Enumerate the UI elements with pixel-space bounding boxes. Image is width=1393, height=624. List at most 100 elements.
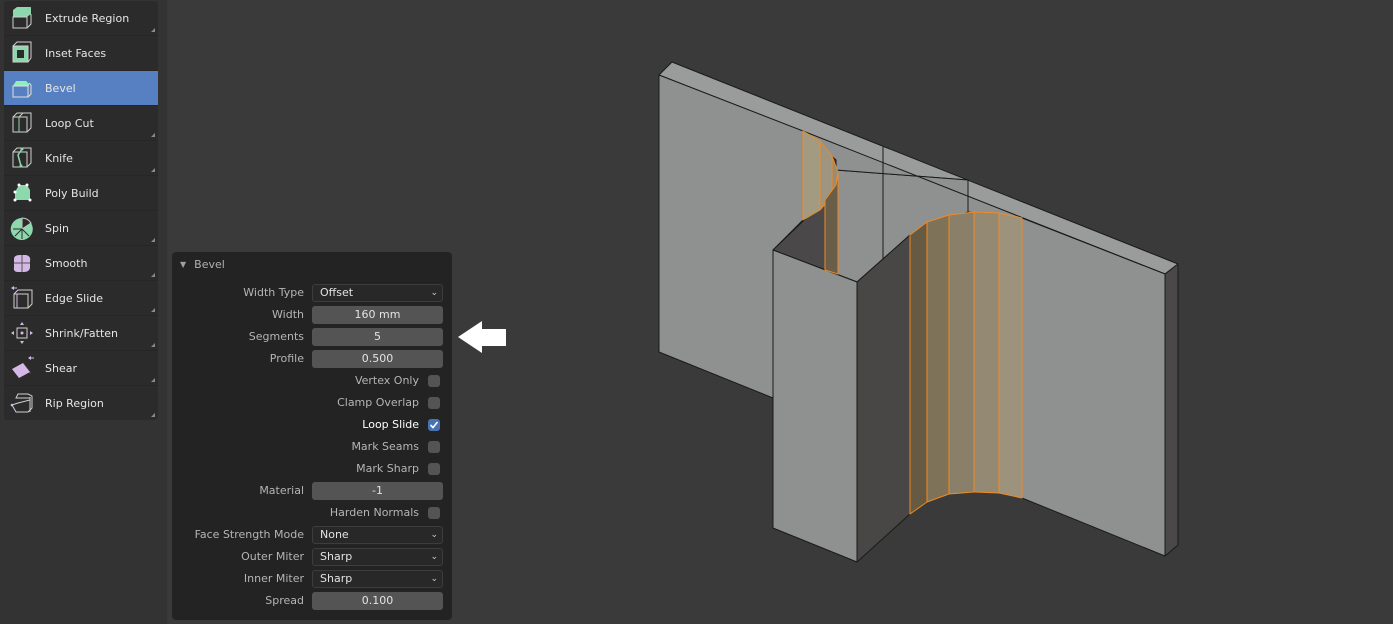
harden-normals-label[interactable]: Harden Normals [330, 503, 419, 523]
chevron-down-icon: ⌄ [430, 288, 438, 298]
spread-label: Spread [265, 594, 304, 607]
tool-label: Loop Cut [45, 116, 94, 130]
face-strength-mode-label: Face Strength Mode [194, 528, 304, 541]
tool-shear[interactable]: Shear [4, 351, 158, 386]
tool-label: Shrink/Fatten [45, 326, 119, 340]
loop-slide-checkbox[interactable] [428, 419, 440, 431]
loop-cut-icon [9, 110, 35, 136]
inner-miter-label: Inner Miter [243, 572, 304, 585]
clamp-overlap-checkbox[interactable] [428, 397, 440, 409]
smooth-icon [9, 250, 35, 276]
segments-field[interactable]: 5 [312, 328, 443, 346]
submenu-indicator-icon [151, 413, 155, 417]
vertex-only-label[interactable]: Vertex Only [355, 371, 419, 391]
harden-normals-row: Harden Normals [172, 503, 452, 523]
tool-knife[interactable]: Knife [4, 141, 158, 176]
tool-label: Bevel [45, 81, 76, 95]
profile-field[interactable]: 0.500 [312, 350, 443, 368]
tool-edge-slide[interactable]: Edge Slide [4, 281, 158, 316]
width-type-value: Offset [320, 286, 354, 299]
tool-spin[interactable]: Spin [4, 211, 158, 246]
main-bevel [909, 211, 1023, 515]
tool-loop-cut[interactable]: Loop Cut [4, 106, 158, 141]
harden-normals-checkbox[interactable] [428, 507, 440, 519]
tool-label: Edge Slide [45, 291, 104, 305]
inner-miter-value: Sharp [320, 572, 353, 585]
tool-smooth[interactable]: Smooth [4, 246, 158, 281]
knife-icon [9, 145, 35, 171]
chevron-down-icon: ⌄ [430, 574, 438, 584]
tool-shrink-fatten[interactable]: Shrink/Fatten [4, 316, 158, 351]
segments-label: Segments [248, 330, 304, 343]
tool-poly-build[interactable]: Poly Build [4, 176, 158, 211]
tool-label: Poly Build [45, 186, 99, 200]
loop-slide-label[interactable]: Loop Slide [362, 415, 419, 435]
loop-slide-row: Loop Slide [172, 415, 452, 435]
submenu-indicator-icon [151, 133, 155, 137]
tool-bevel[interactable]: Bevel [4, 71, 158, 106]
pillar-front-face [772, 249, 858, 563]
shear-icon [9, 355, 35, 381]
width-row: Width 160 mm [172, 305, 452, 325]
inner-miter-row: Inner Miter Sharp ⌄ [172, 569, 452, 589]
profile-label: Profile [269, 352, 304, 365]
checkmark-icon [429, 421, 439, 429]
back-wall-right-face [1021, 217, 1166, 557]
triangle-down-icon[interactable]: ▼ [180, 260, 186, 269]
outer-miter-label: Outer Miter [241, 550, 304, 563]
arrow-left-icon [458, 321, 506, 353]
face-strength-mode-dropdown[interactable]: None ⌄ [312, 526, 443, 544]
tool-label: Knife [45, 151, 73, 165]
bevel-icon [9, 75, 35, 101]
pillar-side-face [856, 234, 911, 563]
outer-miter-dropdown[interactable]: Sharp ⌄ [312, 548, 443, 566]
submenu-indicator-icon [151, 378, 155, 382]
material-row: Material -1 [172, 481, 452, 501]
rip-region-icon [9, 390, 35, 416]
mark-sharp-row: Mark Sharp [172, 459, 452, 479]
chevron-down-icon: ⌄ [430, 552, 438, 562]
segments-row: Segments 5 [172, 327, 452, 347]
mark-seams-label[interactable]: Mark Seams [351, 437, 419, 457]
shrink-fatten-icon [9, 320, 35, 346]
spin-icon [9, 215, 35, 241]
vertex-only-checkbox[interactable] [428, 375, 440, 387]
submenu-indicator-icon [151, 28, 155, 32]
tool-extrude-region[interactable]: Extrude Region [4, 1, 158, 36]
tool-label: Smooth [45, 256, 88, 270]
face-strength-mode-row: Face Strength Mode None ⌄ [172, 525, 452, 545]
panel-title: Bevel [194, 257, 225, 271]
material-field[interactable]: -1 [312, 482, 443, 500]
spread-row: Spread 0.100 [172, 591, 452, 611]
width-type-dropdown[interactable]: Offset ⌄ [312, 284, 443, 302]
tool-label: Spin [45, 221, 69, 235]
width-field[interactable]: 160 mm [312, 306, 443, 324]
vertex-only-row: Vertex Only [172, 371, 452, 391]
inner-miter-dropdown[interactable]: Sharp ⌄ [312, 570, 443, 588]
submenu-indicator-icon [151, 238, 155, 242]
profile-row: Profile 0.500 [172, 349, 452, 369]
mark-sharp-checkbox[interactable] [428, 463, 440, 475]
clamp-overlap-label[interactable]: Clamp Overlap [337, 393, 419, 413]
mark-seams-row: Mark Seams [172, 437, 452, 457]
tool-label: Inset Faces [45, 46, 107, 60]
toolbar: Extrude Region Inset Faces Bevel Loop Cu… [4, 1, 158, 420]
mark-seams-checkbox[interactable] [428, 441, 440, 453]
chevron-down-icon: ⌄ [430, 530, 438, 540]
submenu-indicator-icon [151, 273, 155, 277]
extrude-region-icon [9, 5, 35, 31]
submenu-indicator-icon [151, 343, 155, 347]
clamp-overlap-row: Clamp Overlap [172, 393, 452, 413]
face-strength-mode-value: None [320, 528, 349, 541]
spread-field[interactable]: 0.100 [312, 592, 443, 610]
edge-slide-icon [9, 285, 35, 311]
tool-label: Extrude Region [45, 11, 130, 25]
tool-rip-region[interactable]: Rip Region [4, 386, 158, 420]
mark-sharp-label[interactable]: Mark Sharp [356, 459, 419, 479]
wall-end-face [1164, 263, 1179, 557]
tool-inset-faces[interactable]: Inset Faces [4, 36, 158, 71]
mesh-object[interactable] [658, 61, 1179, 563]
panel-header[interactable]: ▼ Bevel [172, 252, 452, 276]
bevel-operator-panel: ▼ Bevel Width Type Offset ⌄ Width 160 mm… [172, 252, 452, 620]
outer-miter-value: Sharp [320, 550, 353, 563]
